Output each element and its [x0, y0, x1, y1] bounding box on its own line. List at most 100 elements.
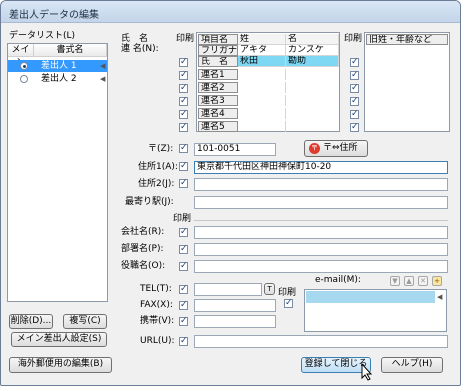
- company-label: 会社名(R):: [121, 227, 165, 237]
- add-email-icon[interactable]: +: [432, 276, 442, 286]
- url-label: URL(U):: [140, 336, 175, 346]
- window-title: 差出人データの編集: [9, 10, 99, 21]
- mobile-input[interactable]: [194, 315, 276, 328]
- list-item-label: 差出人 1: [41, 61, 77, 71]
- print-checkbox-furigana[interactable]: [179, 57, 188, 67]
- grid-row-label: 連名1: [198, 69, 238, 80]
- title-bar[interactable]: 差出人データの編集: [1, 1, 460, 23]
- url-input[interactable]: [194, 335, 448, 348]
- grid-row-label: フリガナ: [198, 45, 238, 56]
- move-up-icon[interactable]: ▲: [404, 276, 414, 286]
- print-checkbox-company[interactable]: [179, 227, 188, 237]
- print-checkbox-joint1[interactable]: [179, 83, 188, 93]
- grid-row-label: 連名3: [198, 95, 238, 106]
- list-item-sender2[interactable]: 差出人 2: [8, 73, 107, 85]
- grid-cell-sei[interactable]: アキタ: [238, 45, 286, 56]
- print-checkbox-joint4[interactable]: [179, 122, 188, 132]
- datalist-label: データリスト(L): [9, 31, 76, 41]
- department-label: 部署名(P):: [121, 244, 164, 254]
- move-down-icon[interactable]: ▼: [390, 276, 400, 286]
- zip-address-convert-button[interactable]: 〒 〒⇔住所: [304, 140, 368, 157]
- address1-input[interactable]: 東京都千代田区神田神保町10-20: [194, 161, 448, 174]
- print-checkbox-email[interactable]: [284, 298, 293, 308]
- print-checkbox-mobile[interactable]: [179, 316, 188, 326]
- grid-cell-sei[interactable]: 秋田: [238, 56, 286, 67]
- phone-icon: T: [267, 285, 272, 293]
- print-checkbox-joint2[interactable]: [179, 96, 188, 106]
- email-scroll-icon[interactable]: ◀: [437, 294, 442, 301]
- print-checkbox-zip[interactable]: [179, 143, 188, 153]
- print-checkbox-old-name[interactable]: [350, 122, 359, 132]
- old-name-grid: 旧姓・年齢など: [364, 32, 450, 132]
- print-checkbox-position[interactable]: [179, 261, 188, 271]
- grid-cell-sei[interactable]: [238, 95, 286, 106]
- edit-sender-dialog: 差出人データの編集 データリスト(L) メイン 書式名 差出人 1 差出人 2 …: [0, 0, 461, 386]
- department-input[interactable]: [194, 243, 448, 256]
- print-checkbox-address2[interactable]: [179, 178, 188, 188]
- grid-cell-mei[interactable]: 勘助: [286, 56, 339, 67]
- mouse-cursor-icon: [361, 363, 373, 381]
- grid-header-old-name: 旧姓・年齢など: [366, 34, 448, 45]
- set-main-sender-button[interactable]: メイン差出人設定(S): [11, 332, 107, 347]
- column-header-main[interactable]: メイン: [8, 44, 34, 68]
- delete-button[interactable]: 削除(D)...: [9, 314, 53, 329]
- grid-row-label: 氏 名: [198, 56, 238, 67]
- position-label: 役職名(O):: [121, 261, 166, 271]
- main-radio[interactable]: [20, 62, 28, 70]
- company-input[interactable]: [194, 226, 448, 239]
- grid-header-sei: 姓: [238, 34, 286, 45]
- tel-type-button[interactable]: T: [264, 283, 275, 295]
- zip-icon: 〒: [309, 143, 320, 154]
- print-checkbox-tel[interactable]: [179, 284, 188, 294]
- zip-address-convert-label: 〒⇔住所: [323, 143, 358, 153]
- print-checkbox-department[interactable]: [179, 244, 188, 254]
- name-grid: 項目名 姓 名 フリガナ アキタ カンスケ 氏 名 秋田 勘助 連名1 連名2 …: [196, 32, 340, 132]
- grid-row-label: 連名4: [198, 108, 238, 119]
- list-scroll-right-icon[interactable]: ◀: [100, 76, 105, 83]
- grid-cell-mei[interactable]: カンスケ: [286, 45, 339, 56]
- column-header-format[interactable]: 書式名: [34, 44, 107, 57]
- fax-input[interactable]: [194, 299, 276, 312]
- position-input[interactable]: [194, 260, 448, 273]
- section-divider: [194, 220, 448, 221]
- fax-label: FAX(X):: [140, 300, 173, 310]
- print-checkbox-old-name[interactable]: [350, 96, 359, 106]
- tel-label: TEL(T):: [140, 284, 172, 294]
- joint-name-label: 連 名(N):: [121, 44, 159, 54]
- print-checkbox-old-name[interactable]: [350, 83, 359, 93]
- email-label: e-mail(M):: [315, 275, 361, 285]
- nearest-station-input[interactable]: [194, 196, 448, 209]
- print-label-right: 印刷: [344, 34, 363, 44]
- grid-header-item: 項目名: [198, 34, 238, 45]
- copy-button[interactable]: 複写(C): [63, 314, 107, 329]
- datalist-box: メイン 書式名 差出人 1 差出人 2 ◀ ◀: [7, 43, 108, 302]
- email-list[interactable]: ◀: [304, 289, 447, 332]
- tel-input[interactable]: [194, 283, 262, 296]
- print-checkbox-old-name[interactable]: [350, 57, 359, 67]
- list-item-sender1[interactable]: 差出人 1: [8, 60, 107, 72]
- print-checkbox-joint3[interactable]: [179, 109, 188, 119]
- address2-input[interactable]: [194, 178, 448, 191]
- print-label: 印刷: [176, 34, 195, 44]
- delete-email-icon[interactable]: ✕: [418, 276, 428, 286]
- print-checkbox-address1[interactable]: [179, 161, 188, 171]
- grid-cell-sei[interactable]: [238, 121, 286, 132]
- overseas-mail-edit-button[interactable]: 海外郵便用の編集(B): [9, 357, 112, 373]
- help-button[interactable]: ヘルプ(H): [381, 357, 443, 373]
- address2-label: 住所2(J):: [138, 179, 175, 189]
- print-checkbox-old-name[interactable]: [350, 70, 359, 80]
- address1-label: 住所1(A):: [138, 162, 178, 172]
- print-checkbox-name[interactable]: [179, 70, 188, 80]
- list-scroll-right-icon[interactable]: ◀: [100, 63, 105, 70]
- print-checkbox-fax[interactable]: [179, 300, 188, 310]
- zip-label: 〒(Z):: [148, 144, 174, 154]
- grid-cell-sei[interactable]: [238, 108, 286, 119]
- grid-cell-sei[interactable]: [238, 82, 286, 93]
- zip-input[interactable]: 101-0051: [194, 143, 276, 156]
- main-radio[interactable]: [20, 75, 28, 83]
- print-checkbox-old-name[interactable]: [350, 109, 359, 119]
- grid-cell-sei[interactable]: [238, 69, 286, 80]
- email-row-selected[interactable]: [306, 291, 435, 303]
- nearest-station-label: 最寄り駅(J):: [125, 197, 174, 207]
- print-checkbox-url[interactable]: [179, 336, 188, 346]
